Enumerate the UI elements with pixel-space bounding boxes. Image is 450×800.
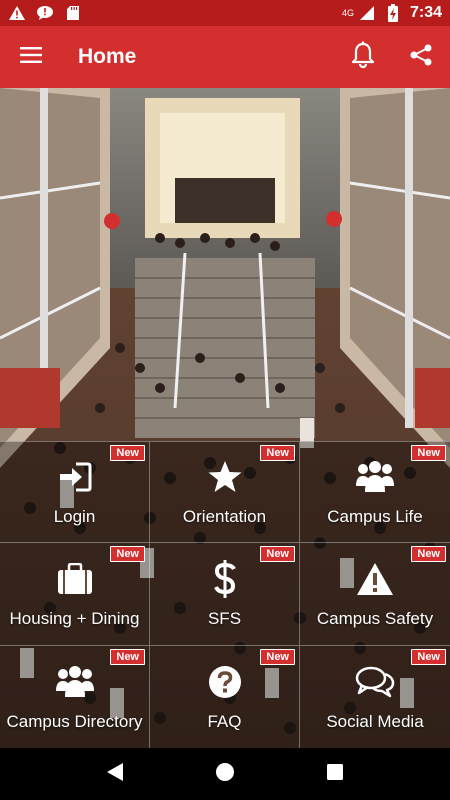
system-nav-bar — [0, 748, 450, 800]
tile-label: Campus Safety — [316, 609, 434, 628]
tile-label: FAQ — [207, 712, 242, 731]
home-menu-grid: New Login New Orientation New Campus Lif… — [0, 441, 450, 748]
new-badge: New — [110, 649, 145, 665]
new-badge: New — [411, 649, 446, 665]
hamburger-menu-icon — [20, 46, 42, 68]
new-badge: New — [260, 649, 295, 665]
tile-housing-dining[interactable]: New Housing + Dining — [0, 543, 150, 646]
tile-social-media[interactable]: New Social Media — [300, 646, 450, 748]
sign-in-icon — [58, 457, 92, 497]
new-badge: New — [260, 445, 295, 461]
chat-alert-icon — [36, 5, 54, 21]
tile-faq[interactable]: New FAQ — [150, 646, 300, 748]
menu-button[interactable] — [0, 26, 62, 88]
warning-icon — [356, 559, 394, 599]
signal-icon — [358, 5, 376, 21]
new-badge: New — [411, 445, 446, 461]
battery-charging-icon — [384, 4, 402, 22]
tile-label: Orientation — [182, 507, 267, 526]
tile-label: Campus Directory — [6, 712, 143, 731]
tile-campus-life[interactable]: New Campus Life — [300, 441, 450, 543]
notifications-button[interactable] — [334, 26, 392, 88]
chat-bubbles-icon — [355, 662, 395, 702]
group-icon — [355, 457, 395, 497]
new-badge: New — [260, 546, 295, 562]
app-bar: Home — [0, 26, 450, 88]
home-icon — [215, 762, 235, 787]
dollar-icon — [213, 559, 237, 599]
new-badge: New — [110, 546, 145, 562]
status-bar: 4G 7:34 — [0, 0, 450, 26]
star-icon — [207, 457, 243, 497]
clock: 7:34 — [409, 4, 442, 21]
recents-icon — [326, 763, 344, 786]
tile-label: Campus Life — [327, 507, 423, 526]
tile-label: Login — [53, 507, 96, 526]
share-icon — [409, 43, 433, 72]
page-title: Home — [78, 45, 137, 68]
tile-campus-directory[interactable]: New Campus Directory — [0, 646, 150, 748]
alert-icon — [8, 5, 26, 21]
back-icon — [106, 762, 124, 787]
share-button[interactable] — [392, 26, 450, 88]
tile-label: SFS — [207, 609, 242, 628]
bell-icon — [350, 41, 376, 74]
recents-button[interactable] — [310, 748, 360, 800]
new-badge: New — [110, 445, 145, 461]
tile-sfs[interactable]: New SFS — [150, 543, 300, 646]
tile-label: Social Media — [326, 712, 424, 731]
suitcase-icon — [57, 559, 93, 599]
tile-campus-safety[interactable]: New Campus Safety — [300, 543, 450, 646]
new-badge: New — [411, 546, 446, 562]
question-icon — [208, 662, 242, 702]
back-button[interactable] — [90, 748, 140, 800]
tile-orientation[interactable]: New Orientation — [150, 441, 300, 543]
tile-label: Housing + Dining — [9, 609, 140, 628]
sd-card-icon — [64, 5, 82, 21]
tile-login[interactable]: New Login — [0, 441, 150, 543]
network-type: 4G — [341, 8, 354, 18]
people-icon — [55, 662, 95, 702]
home-button[interactable] — [200, 748, 250, 800]
